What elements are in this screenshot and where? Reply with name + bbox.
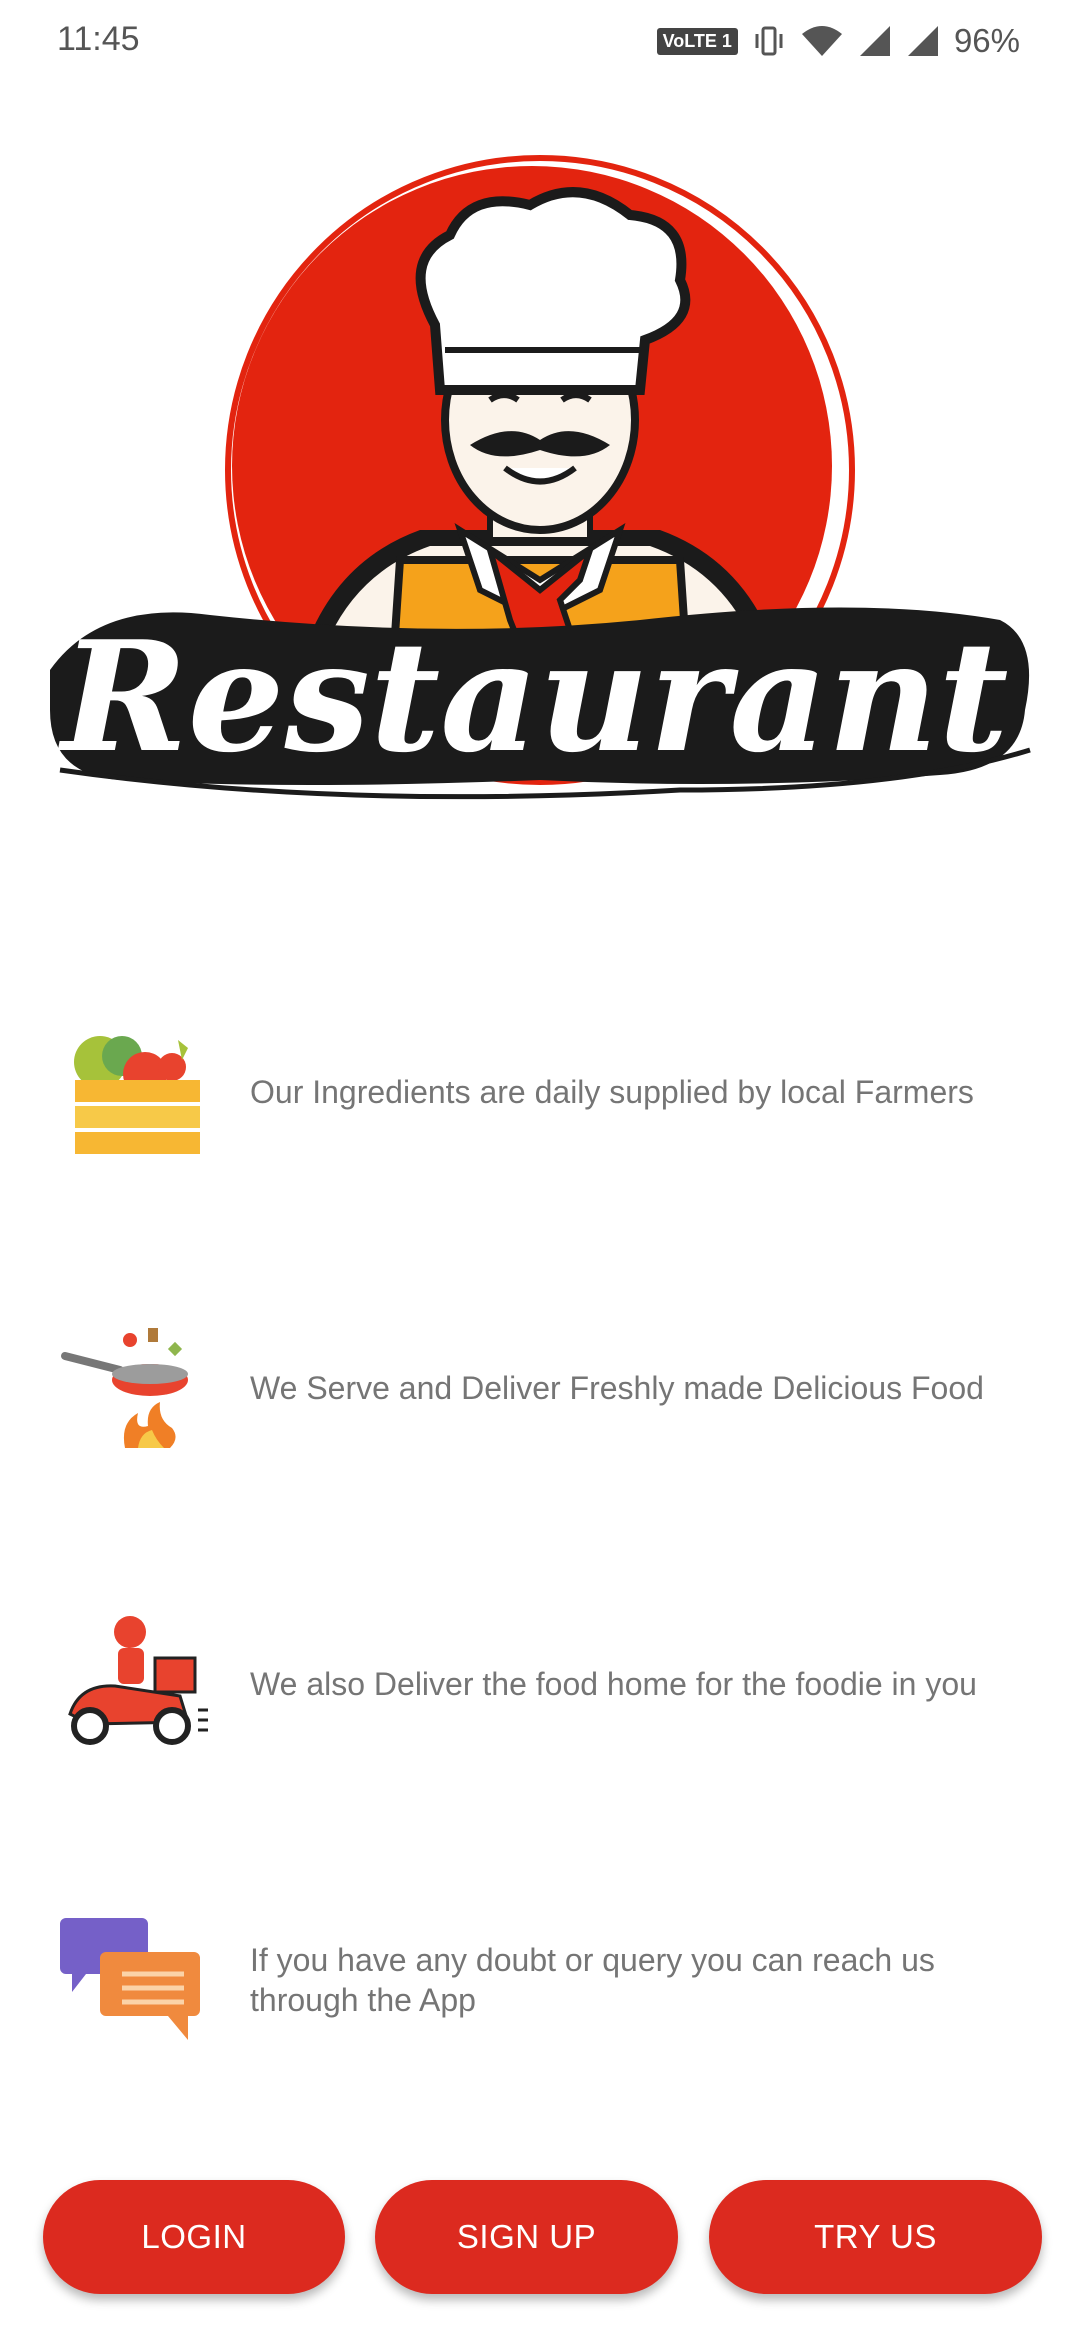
signup-button[interactable]: SIGN UP	[375, 2180, 678, 2294]
feature-row: If you have any doubt or query you can r…	[60, 1900, 1040, 2060]
restaurant-logo: Restaurant	[50, 155, 1031, 800]
delivery-scooter-icon	[68, 1616, 208, 1745]
feature-text: Our Ingredients are daily supplied by lo…	[250, 1074, 974, 1110]
frying-pan-fire-icon	[61, 1328, 188, 1448]
volte-badge: VoLTE 1	[656, 27, 738, 55]
status-time: 11:45	[57, 20, 140, 58]
vibrate-icon	[755, 26, 783, 56]
chat-bubbles-icon	[60, 1918, 200, 2040]
battery-percentage: 96%	[953, 22, 1020, 59]
try-us-button[interactable]: TRY US	[709, 2180, 1042, 2294]
login-button[interactable]: LOGIN	[43, 2180, 345, 2294]
wifi-icon	[801, 26, 842, 56]
signal-icon-2	[907, 26, 938, 56]
logo-text: Restaurant	[57, 607, 1008, 786]
feature-row: We also Deliver the food home for the fo…	[60, 1604, 1040, 1764]
status-icons: VoLTE 1 96%	[656, 18, 1020, 64]
feature-text: We also Deliver the food home for the fo…	[250, 1666, 977, 1702]
feature-text: If you have any doubt or query you can r…	[250, 1942, 935, 2018]
feature-row: We Serve and Deliver Freshly made Delici…	[60, 1308, 1040, 1468]
feature-row: Our Ingredients are daily supplied by lo…	[60, 1012, 1040, 1172]
vegetable-crate-icon	[74, 1036, 200, 1154]
signal-icon	[859, 26, 890, 56]
feature-text: We Serve and Deliver Freshly made Delici…	[250, 1370, 984, 1406]
status-bar: 11:45 VoLTE 1 96%	[0, 0, 1080, 84]
